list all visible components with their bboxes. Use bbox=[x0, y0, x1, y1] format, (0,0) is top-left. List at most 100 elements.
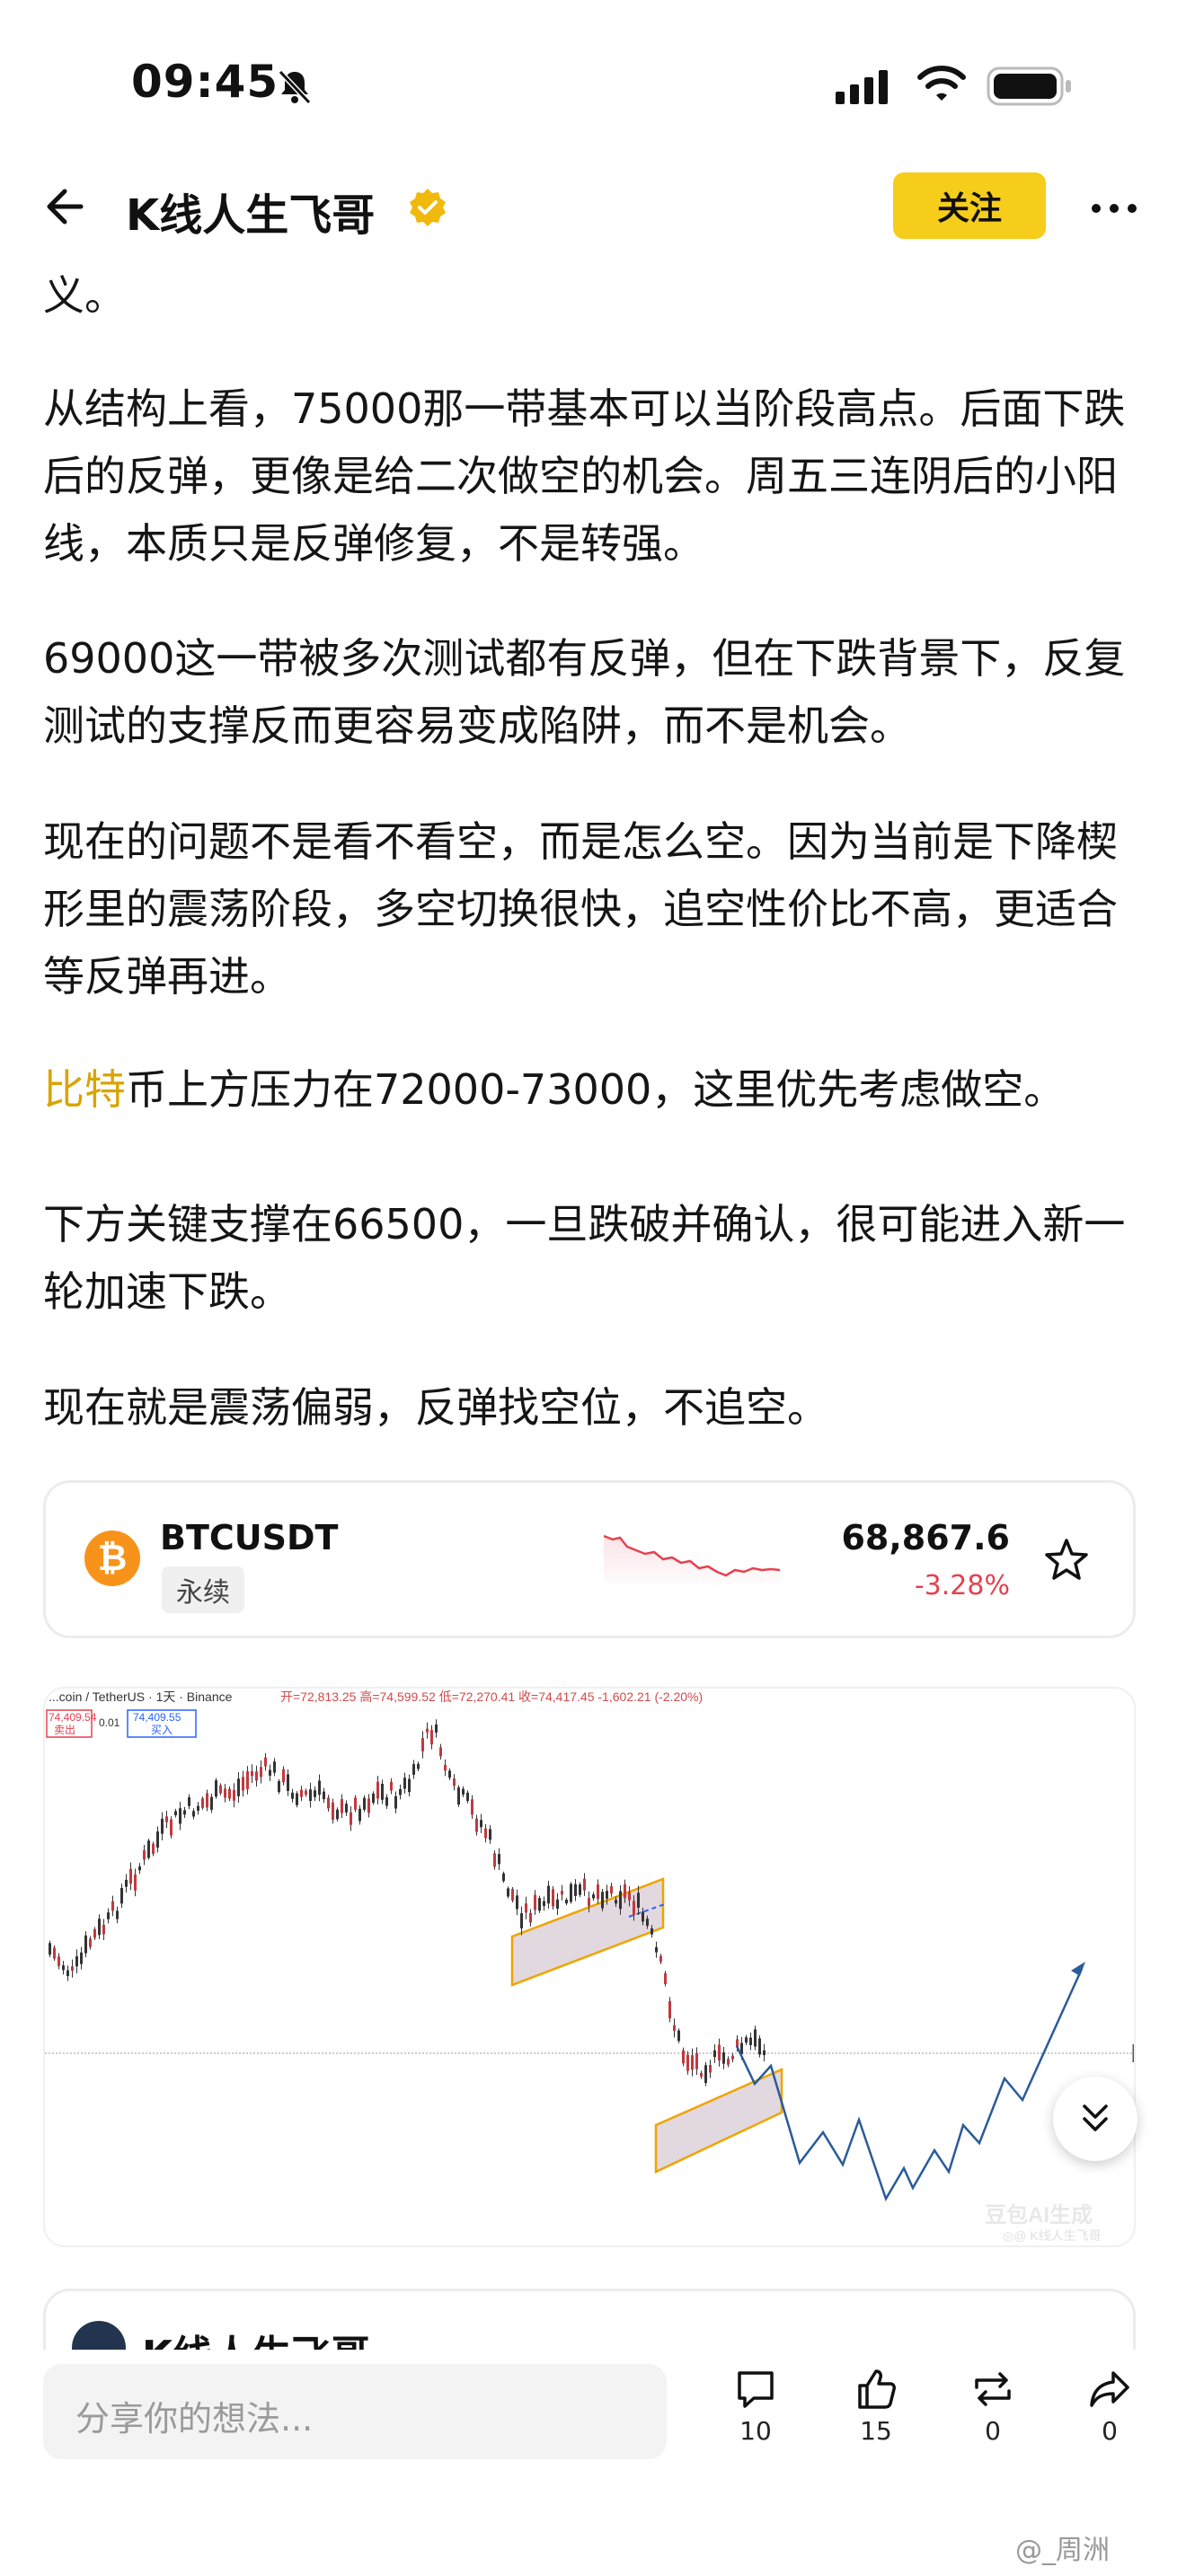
collapse-button[interactable] bbox=[1053, 2077, 1137, 2161]
share-button[interactable]: 0 bbox=[1060, 2366, 1159, 2446]
projection-line bbox=[735, 1968, 1084, 2201]
candlestick-chart-picture: ...coin / TetherUS · 1天 · Binance 开=72,8… bbox=[45, 1689, 1134, 2243]
candle-body bbox=[466, 1792, 469, 1802]
candle-body bbox=[174, 1811, 177, 1816]
sparkline bbox=[604, 1534, 781, 1590]
star-favorite-icon[interactable] bbox=[1042, 1536, 1091, 1584]
paragraph-5: 下方关键支撑在66500，一旦跌破并确认，很可能进入新一轮加速下跌。 bbox=[43, 1200, 1126, 1316]
candle-body bbox=[713, 2050, 716, 2058]
candle-body bbox=[700, 2072, 703, 2078]
candle-body bbox=[399, 1788, 402, 1795]
candle-body bbox=[336, 1809, 339, 1820]
candle-body bbox=[269, 1769, 271, 1776]
chart-image[interactable]: ...coin / TetherUS · 1天 · Binance 开=72,8… bbox=[43, 1687, 1136, 2247]
candle-body bbox=[183, 1810, 186, 1815]
candle-body bbox=[332, 1802, 334, 1820]
candle-body bbox=[260, 1767, 262, 1778]
candle-body bbox=[435, 1724, 438, 1733]
candle-body bbox=[543, 1901, 545, 1907]
candle-body bbox=[754, 2029, 757, 2047]
candle-body bbox=[143, 1850, 146, 1860]
candle-body bbox=[300, 1789, 303, 1797]
candle-body bbox=[763, 2050, 766, 2056]
candle-body bbox=[116, 1910, 119, 1919]
candle-body bbox=[556, 1899, 559, 1910]
paragraph-6: 现在就是震荡偏弱，反弹找空位，不追空。 bbox=[43, 1383, 828, 1432]
candle-body bbox=[507, 1888, 509, 1897]
candle-body bbox=[682, 2050, 685, 2064]
bitcoin-tag-link[interactable]: 比特 bbox=[43, 1065, 126, 1114]
candle-body bbox=[80, 1952, 83, 1964]
follow-button[interactable]: 关注 bbox=[893, 172, 1046, 239]
candle-body bbox=[511, 1889, 514, 1901]
candle-body bbox=[62, 1965, 65, 1971]
back-arrow-icon[interactable] bbox=[40, 180, 93, 234]
paragraph-0: 义。 bbox=[43, 271, 126, 320]
more-options-icon[interactable] bbox=[1089, 190, 1139, 226]
candle-body bbox=[147, 1840, 150, 1858]
candle-body bbox=[255, 1771, 258, 1781]
candle-body bbox=[161, 1818, 164, 1834]
candle-body bbox=[385, 1797, 388, 1806]
candle-body bbox=[673, 2025, 676, 2032]
author-name[interactable]: K线人生飞哥 bbox=[126, 180, 375, 243]
candle-body bbox=[228, 1788, 231, 1799]
candle-body bbox=[430, 1730, 433, 1745]
repost-icon bbox=[975, 2372, 1011, 2406]
candle-body bbox=[156, 1831, 159, 1848]
ticker-card[interactable] bbox=[43, 1480, 1136, 1638]
candle-body bbox=[233, 1789, 235, 1801]
candle-body bbox=[579, 1884, 581, 1895]
candle-body bbox=[561, 1891, 563, 1895]
candle-body bbox=[745, 2037, 748, 2043]
comment-count: 10 bbox=[739, 2416, 772, 2446]
bell-muted-icon bbox=[278, 69, 312, 105]
candle-body bbox=[278, 1780, 280, 1793]
candle-body bbox=[296, 1793, 298, 1805]
chart-buy-label: 买入 bbox=[151, 1724, 173, 1736]
candle-body bbox=[601, 1892, 604, 1909]
candle-body bbox=[493, 1853, 496, 1867]
candle-body bbox=[718, 2044, 721, 2061]
candle-body bbox=[655, 1946, 658, 1953]
candle-body bbox=[709, 2065, 712, 2073]
candle-body bbox=[98, 1919, 101, 1936]
candle-body bbox=[89, 1938, 92, 1947]
candle-body bbox=[242, 1777, 244, 1791]
candle-body bbox=[534, 1894, 536, 1910]
candle-body bbox=[668, 2000, 671, 2019]
candle-body bbox=[350, 1812, 352, 1825]
candle-body bbox=[206, 1793, 208, 1808]
candle-body bbox=[583, 1878, 586, 1891]
share-arrow-icon bbox=[1090, 2371, 1129, 2407]
candle-body bbox=[305, 1790, 307, 1795]
candle-body bbox=[574, 1883, 577, 1896]
repost-button[interactable]: 0 bbox=[943, 2366, 1042, 2446]
candle-body bbox=[201, 1798, 204, 1808]
candle-body bbox=[637, 1892, 640, 1908]
comment-button[interactable]: 10 bbox=[706, 2366, 805, 2446]
like-count: 15 bbox=[860, 2416, 892, 2446]
candle-body bbox=[309, 1789, 312, 1802]
comment-placeholder: 分享你的想法... bbox=[75, 2399, 314, 2439]
candle-body bbox=[417, 1763, 420, 1769]
candle-body bbox=[134, 1875, 137, 1891]
chart-spread: 0.01 bbox=[99, 1716, 120, 1729]
candle-body bbox=[520, 1913, 523, 1928]
candle-body bbox=[426, 1728, 429, 1733]
candle-body bbox=[179, 1808, 181, 1824]
candle-body bbox=[722, 2052, 725, 2064]
thumbs-up-icon bbox=[858, 2369, 896, 2409]
candle-body bbox=[421, 1738, 424, 1751]
paragraph-3: 现在的问题不是看不看空，而是怎么空。因为当前是下降楔形里的震荡阶段，多空切换很快… bbox=[43, 817, 1118, 1001]
candle-body bbox=[291, 1792, 294, 1799]
candle-body bbox=[731, 2055, 734, 2060]
candle-body bbox=[471, 1799, 474, 1815]
candle-body bbox=[318, 1780, 321, 1795]
candle-body bbox=[197, 1805, 199, 1811]
candle-body bbox=[93, 1928, 96, 1938]
candle-body bbox=[597, 1884, 599, 1900]
like-button[interactable]: 15 bbox=[827, 2366, 925, 2446]
candle-body bbox=[120, 1887, 123, 1904]
candle-body bbox=[677, 2030, 680, 2042]
